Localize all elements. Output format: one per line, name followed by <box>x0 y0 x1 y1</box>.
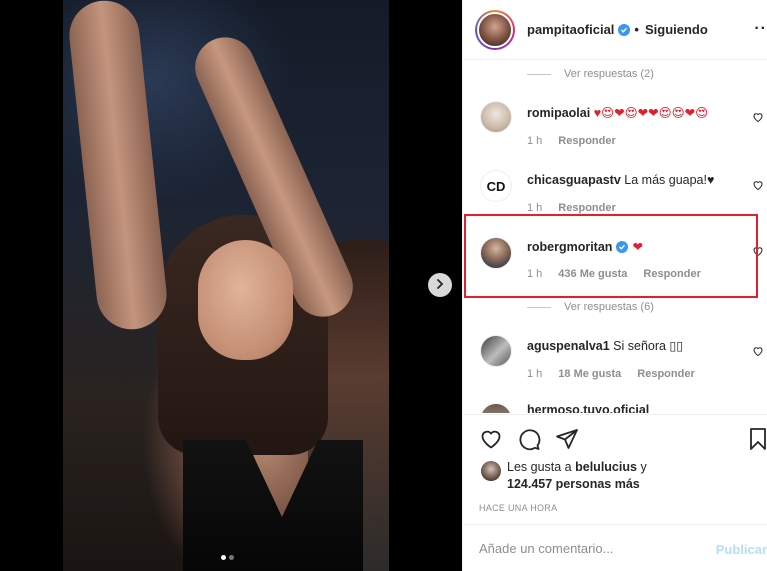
comment-meta: 1 h Responder <box>527 135 616 147</box>
comment-username[interactable]: robergmoritan <box>527 240 612 254</box>
comment-text: hermoso.tuyo.oficial <box>527 403 649 413</box>
comment-time[interactable]: 1 h <box>527 135 542 147</box>
comment-time[interactable]: 1 h <box>527 202 542 214</box>
view-replies-label: Ver respuestas (6) <box>564 301 654 313</box>
view-replies-button[interactable]: Ver respuestas (6) <box>527 301 654 313</box>
comment-time[interactable]: 1 h <box>527 268 542 280</box>
heart-icon[interactable] <box>752 179 764 191</box>
chevron-right-icon <box>435 276 445 294</box>
next-image-button[interactable] <box>428 273 452 297</box>
comment-username[interactable]: romipaolai <box>527 106 590 120</box>
carousel-dot <box>229 555 234 560</box>
carousel-dots <box>221 555 234 560</box>
comment-body: ❤ <box>632 240 643 254</box>
comment-text: robergmoritan ❤ <box>527 239 643 255</box>
post-photo[interactable] <box>63 0 389 571</box>
share-icon[interactable] <box>555 427 579 451</box>
likes-count[interactable]: 124.457 personas más <box>507 477 640 491</box>
comment-text: romipaolai ♥😍❤😍❤❤😍😍❤😍 <box>527 105 708 120</box>
photo-dress <box>183 440 363 571</box>
comment-body: La más guapa!♥ <box>624 173 715 187</box>
reply-button[interactable]: Responder <box>558 202 615 214</box>
heart-icon[interactable] <box>752 245 764 257</box>
likes-text: Les gusta a belulucius y 124.457 persona… <box>507 459 647 493</box>
author-avatar[interactable] <box>475 9 515 50</box>
comment-icon[interactable] <box>517 427 541 451</box>
author-info: pampitaoficial • Siguiendo <box>527 22 708 37</box>
avatar[interactable]: CD <box>480 170 512 202</box>
comment-text: aguspenalva1 Si señora ▯▯ <box>527 338 683 353</box>
heart-icon[interactable] <box>752 345 764 357</box>
comment-username[interactable]: chicasguapastv <box>527 173 621 187</box>
author-username[interactable]: pampitaoficial <box>527 22 614 37</box>
publish-button[interactable]: Publicar <box>716 542 767 557</box>
photo-viewer <box>0 0 462 571</box>
post-header: pampitaoficial • Siguiendo ·· <box>463 0 767 60</box>
view-replies-label: Ver respuestas (2) <box>564 68 654 80</box>
post-time[interactable]: HACE UNA HORA <box>479 503 557 513</box>
post-sidebar: pampitaoficial • Siguiendo ·· Ver respue… <box>462 0 767 571</box>
avatar[interactable] <box>480 237 512 269</box>
comment-meta: 1 h 436 Me gusta Responder <box>527 268 701 280</box>
following-button[interactable]: Siguiendo <box>645 22 708 37</box>
comment-likes[interactable]: 436 Me gusta <box>558 268 627 280</box>
avatar[interactable] <box>480 335 512 367</box>
comment-likes[interactable]: 18 Me gusta <box>558 368 621 380</box>
likes-summary: Les gusta a belulucius y 124.457 persona… <box>481 459 647 493</box>
comment-composer: Publicar <box>463 524 767 571</box>
comment-body: ♥😍❤😍❤❤😍😍❤😍 <box>593 106 709 120</box>
liker-avatar[interactable] <box>481 461 501 481</box>
reply-button[interactable]: Responder <box>643 268 700 280</box>
header-separator: • <box>634 22 639 37</box>
post-actions: Les gusta a belulucius y 124.457 persona… <box>463 414 767 524</box>
reply-button[interactable]: Responder <box>637 368 694 380</box>
reply-button[interactable]: Responder <box>558 135 615 147</box>
comment-text: chicasguapastv La más guapa!♥ <box>527 173 714 187</box>
bookmark-icon[interactable] <box>749 427 767 451</box>
heart-icon[interactable] <box>752 111 764 123</box>
comments-list: Ver respuestas (2) romipaolai ♥😍❤😍❤❤😍😍❤😍… <box>463 61 767 413</box>
avatar[interactable] <box>480 403 512 413</box>
photo-arm-left <box>65 0 171 333</box>
comment-username[interactable]: hermoso.tuyo.oficial <box>527 403 649 413</box>
more-options-icon[interactable]: ·· <box>754 20 767 38</box>
photo-face <box>198 240 293 360</box>
likes-prefix: Les gusta a <box>507 460 572 474</box>
likes-connector: y <box>640 460 647 474</box>
heart-icon[interactable] <box>479 427 503 451</box>
comment-meta: 1 h 18 Me gusta Responder <box>527 368 695 380</box>
comment-body: Si señora ▯▯ <box>613 339 684 353</box>
comment-input[interactable] <box>479 540 709 556</box>
verified-icon <box>618 23 631 36</box>
comment-meta: 1 h Responder <box>527 202 616 214</box>
comment-username[interactable]: aguspenalva1 <box>527 339 610 353</box>
action-icons <box>479 427 579 451</box>
view-replies-button[interactable]: Ver respuestas (2) <box>527 68 654 80</box>
verified-icon <box>616 240 629 253</box>
avatar[interactable] <box>480 101 512 133</box>
comment-time[interactable]: 1 h <box>527 368 542 380</box>
liker-username[interactable]: belulucius <box>575 460 637 474</box>
carousel-dot-active <box>221 555 226 560</box>
